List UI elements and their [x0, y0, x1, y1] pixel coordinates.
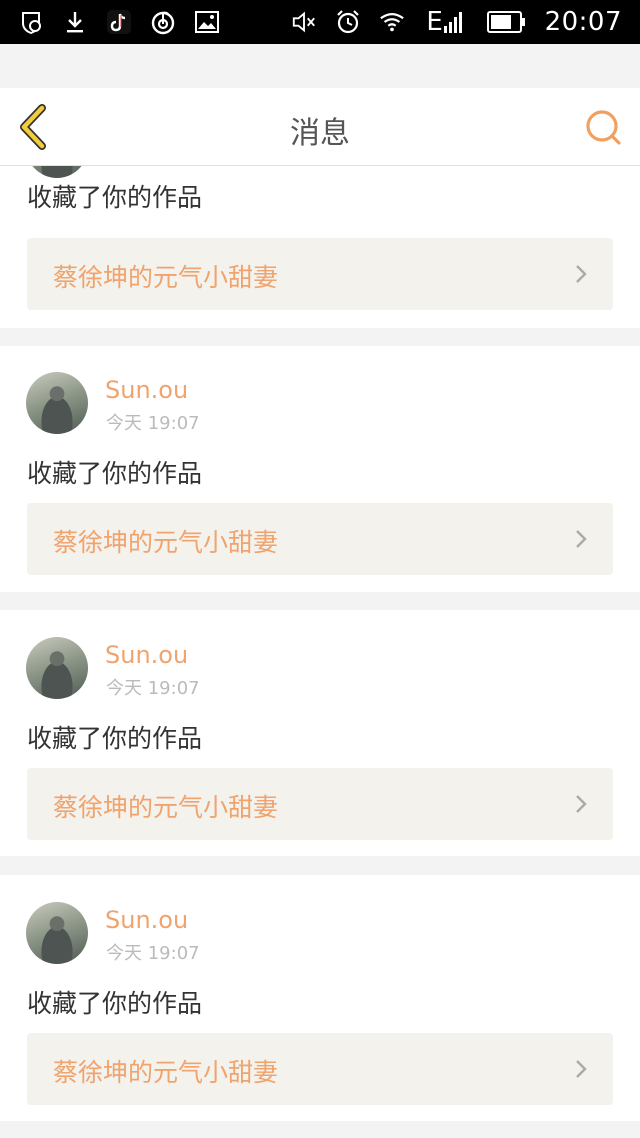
username[interactable]: Sun.ou	[105, 641, 188, 669]
status-bar-right: E 20:07	[291, 7, 622, 37]
nav-bar: 消息	[0, 88, 640, 166]
chevron-right-icon	[576, 530, 587, 548]
image-icon	[194, 9, 220, 35]
message-list[interactable]: 收藏了你的作品 蔡徐坤的元气小甜妻 Sun.ou 今天 19:07 收藏了你的作…	[0, 166, 640, 1138]
notification-shield-icon	[18, 9, 44, 35]
work-title: 蔡徐坤的元气小甜妻	[53, 263, 279, 292]
work-title: 蔡徐坤的元气小甜妻	[53, 793, 279, 822]
message-time: 今天 19:07	[106, 413, 200, 434]
page-title: 消息	[290, 116, 350, 151]
username[interactable]: Sun.ou	[105, 376, 188, 404]
battery-icon	[486, 9, 527, 35]
username[interactable]: Sun.ou	[105, 906, 188, 934]
top-spacer	[0, 44, 640, 88]
message-card: Sun.ou 今天 19:07 收藏了你的作品 蔡徐坤的元气小甜妻	[0, 875, 640, 1121]
netease-music-icon	[150, 9, 176, 35]
search-icon[interactable]	[584, 108, 624, 148]
tiktok-icon	[106, 9, 132, 35]
work-link[interactable]: 蔡徐坤的元气小甜妻	[27, 503, 613, 575]
message-time: 今天 19:07	[106, 943, 200, 964]
mute-icon	[291, 9, 317, 35]
status-bar-left	[18, 9, 220, 35]
alarm-icon	[335, 9, 361, 35]
work-link[interactable]: 蔡徐坤的元气小甜妻	[27, 1033, 613, 1105]
chevron-right-icon	[576, 265, 587, 283]
work-link[interactable]: 蔡徐坤的元气小甜妻	[27, 768, 613, 840]
status-time: 20:07	[544, 7, 622, 37]
download-icon	[62, 9, 88, 35]
work-title: 蔡徐坤的元气小甜妻	[53, 1058, 279, 1087]
message-action-text: 收藏了你的作品	[27, 724, 203, 753]
chevron-right-icon	[576, 795, 587, 813]
work-link[interactable]: 蔡徐坤的元气小甜妻	[27, 238, 613, 310]
network-type-label: E	[426, 7, 443, 37]
avatar[interactable]	[26, 372, 88, 434]
chevron-right-icon	[576, 1060, 587, 1078]
message-action-text: 收藏了你的作品	[27, 459, 203, 488]
wifi-icon	[379, 9, 405, 35]
status-bar: E 20:07	[0, 0, 640, 44]
work-title: 蔡徐坤的元气小甜妻	[53, 528, 279, 557]
message-action-text: 收藏了你的作品	[27, 989, 203, 1018]
avatar[interactable]	[26, 902, 88, 964]
avatar[interactable]	[26, 166, 88, 178]
message-action-text: 收藏了你的作品	[27, 183, 203, 212]
message-card: Sun.ou 今天 19:07 收藏了你的作品 蔡徐坤的元气小甜妻	[0, 346, 640, 592]
avatar[interactable]	[26, 637, 88, 699]
signal-e-icon: E	[423, 7, 469, 37]
message-time: 今天 19:07	[106, 678, 200, 699]
message-card: 收藏了你的作品 蔡徐坤的元气小甜妻	[0, 166, 640, 328]
message-card: Sun.ou 今天 19:07 收藏了你的作品 蔡徐坤的元气小甜妻	[0, 610, 640, 856]
